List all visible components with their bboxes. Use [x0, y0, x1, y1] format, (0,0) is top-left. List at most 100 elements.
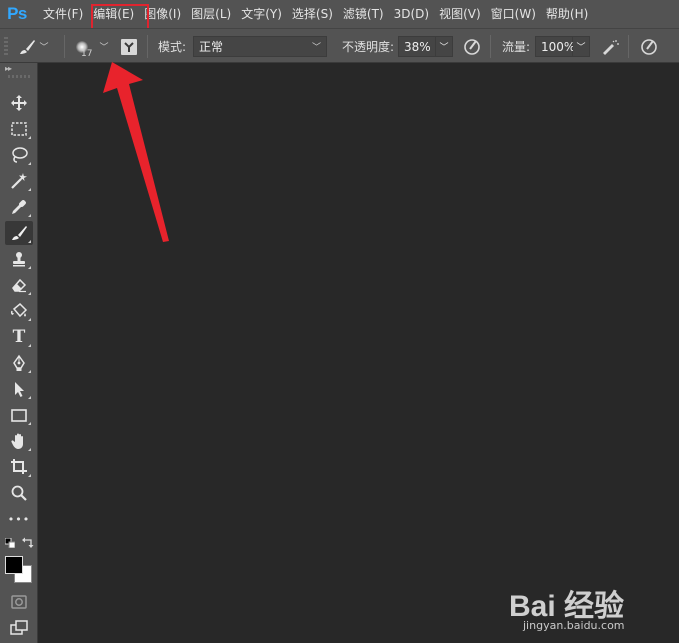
chevron-down-icon: ﹀ — [311, 43, 321, 53]
brush-tool[interactable] — [5, 221, 33, 245]
chevron-down-icon: ﹀ — [576, 43, 586, 53]
tool-group-indicator — [28, 396, 31, 399]
eyedropper-icon — [12, 200, 26, 214]
pressure-opacity-toggle[interactable] — [463, 29, 481, 64]
tool-group-indicator — [28, 266, 31, 269]
tool-group-indicator — [28, 292, 31, 295]
quick-mask-icon — [11, 595, 27, 609]
chevron-down-icon: ﹀ — [99, 43, 109, 53]
eyedropper-tool[interactable] — [5, 195, 33, 219]
hand-icon — [11, 433, 23, 449]
tool-group-indicator — [28, 162, 31, 165]
menu-3d[interactable]: 3D(D) — [389, 0, 434, 28]
collapse-panel-icon[interactable]: ▸▸ — [5, 64, 12, 73]
menu-layer[interactable]: 图层(L) — [186, 0, 236, 28]
menu-file[interactable]: 文件(F) — [38, 0, 88, 28]
flow-input[interactable]: 100% — [535, 36, 575, 57]
opacity-dropdown[interactable]: ﹀ — [436, 36, 453, 57]
move-tool[interactable] — [5, 91, 33, 115]
paint-bucket-tool[interactable] — [5, 299, 33, 323]
tool-group-indicator — [28, 240, 31, 243]
chevron-down-icon: ﹀ — [39, 43, 49, 53]
foreground-color-swatch[interactable] — [5, 556, 23, 574]
divider — [490, 35, 491, 58]
move-icon — [11, 95, 27, 111]
hand-tool[interactable] — [5, 429, 33, 453]
crop-tool[interactable] — [5, 455, 33, 479]
menu-view[interactable]: 视图(V) — [434, 0, 486, 28]
baidu-watermark: Bai 经验 jingyan.baidu.com — [501, 579, 671, 639]
tools-panel: ▸▸ T ••• — [0, 63, 38, 643]
watermark-url: jingyan.baidu.com — [523, 619, 625, 632]
chevron-down-icon: ﹀ — [439, 43, 449, 53]
options-bar: ﹀ 17 ﹀ 模式: 正常 ﹀ 不透明度: 38% ﹀ 流量: 100% ﹀ — [0, 28, 679, 63]
pressure-size-icon — [641, 38, 657, 55]
brush-preset-icon — [20, 39, 35, 54]
divider — [628, 35, 629, 58]
type-tool[interactable]: T — [5, 325, 33, 349]
brush-size: 17 — [81, 49, 93, 59]
clone-stamp-tool[interactable] — [5, 247, 33, 271]
flow-label: 流量: — [502, 40, 531, 54]
pen-icon — [13, 354, 25, 371]
airbrush-toggle[interactable] — [600, 29, 620, 64]
divider — [64, 35, 65, 58]
pressure-size-toggle[interactable] — [640, 29, 658, 64]
tool-group-indicator — [28, 370, 31, 373]
brush-settings-toggle[interactable] — [120, 29, 138, 64]
menu-window[interactable]: 窗口(W) — [486, 0, 541, 28]
brush-icon — [12, 226, 27, 240]
rectangle-tool[interactable] — [5, 403, 33, 427]
menu-help[interactable]: 帮助(H) — [541, 0, 593, 28]
app-logo[interactable]: Ps — [0, 0, 34, 28]
mode-value: 正常 — [199, 40, 224, 54]
options-bar-grip[interactable] — [4, 37, 8, 57]
brush-picker-dropdown[interactable]: ﹀ — [96, 29, 112, 64]
default-colors-icon[interactable] — [5, 538, 15, 548]
magic-wand-tool[interactable] — [5, 169, 33, 193]
tool-group-indicator — [28, 344, 31, 347]
brush-settings-icon — [121, 38, 137, 55]
more-tools-button[interactable]: ••• — [5, 507, 33, 531]
airbrush-icon — [603, 39, 619, 55]
type-icon: T — [12, 327, 26, 347]
crop-icon — [11, 459, 27, 474]
tool-preset-picker[interactable]: ﹀ — [18, 29, 52, 64]
pen-tool[interactable] — [5, 351, 33, 375]
mode-select-wrap: 正常 ﹀ — [193, 29, 327, 64]
screen-mode-button[interactable] — [5, 616, 33, 640]
tool-group-indicator — [28, 136, 31, 139]
menu-filter[interactable]: 滤镜(T) — [338, 0, 389, 28]
pressure-opacity-icon — [464, 38, 480, 55]
path-selection-tool[interactable] — [5, 377, 33, 401]
rectangle-icon — [11, 409, 27, 422]
lasso-tool[interactable] — [5, 143, 33, 167]
marquee-icon — [11, 122, 27, 136]
eraser-icon — [12, 278, 27, 293]
tool-group-indicator — [28, 188, 31, 191]
magic-wand-icon — [11, 173, 27, 189]
opacity-input[interactable]: 38% — [398, 36, 436, 57]
tools-panel-grip[interactable] — [8, 75, 30, 78]
marquee-tool[interactable] — [5, 117, 33, 141]
swap-colors-icon[interactable] — [22, 536, 34, 548]
document-canvas[interactable] — [39, 63, 679, 643]
stamp-icon — [13, 252, 25, 267]
cursor-arrow-icon — [15, 382, 24, 397]
mode-select[interactable]: 正常 ﹀ — [193, 36, 327, 57]
quick-mask-button[interactable] — [5, 590, 33, 614]
flow-dropdown[interactable]: ﹀ — [573, 36, 590, 57]
menu-type[interactable]: 文字(Y) — [236, 0, 287, 28]
tool-group-indicator — [28, 318, 31, 321]
zoom-tool[interactable] — [5, 481, 33, 505]
tool-group-indicator — [28, 214, 31, 217]
flow-wrap: 100% ﹀ — [535, 29, 590, 64]
paint-bucket-icon — [10, 302, 28, 318]
opacity-wrap: 38% ﹀ — [398, 29, 453, 64]
tool-group-indicator — [28, 422, 31, 425]
zoom-icon — [11, 485, 27, 501]
menu-select[interactable]: 选择(S) — [287, 0, 338, 28]
divider — [147, 35, 148, 58]
screen-mode-icon — [10, 620, 28, 635]
eraser-tool[interactable] — [5, 273, 33, 297]
